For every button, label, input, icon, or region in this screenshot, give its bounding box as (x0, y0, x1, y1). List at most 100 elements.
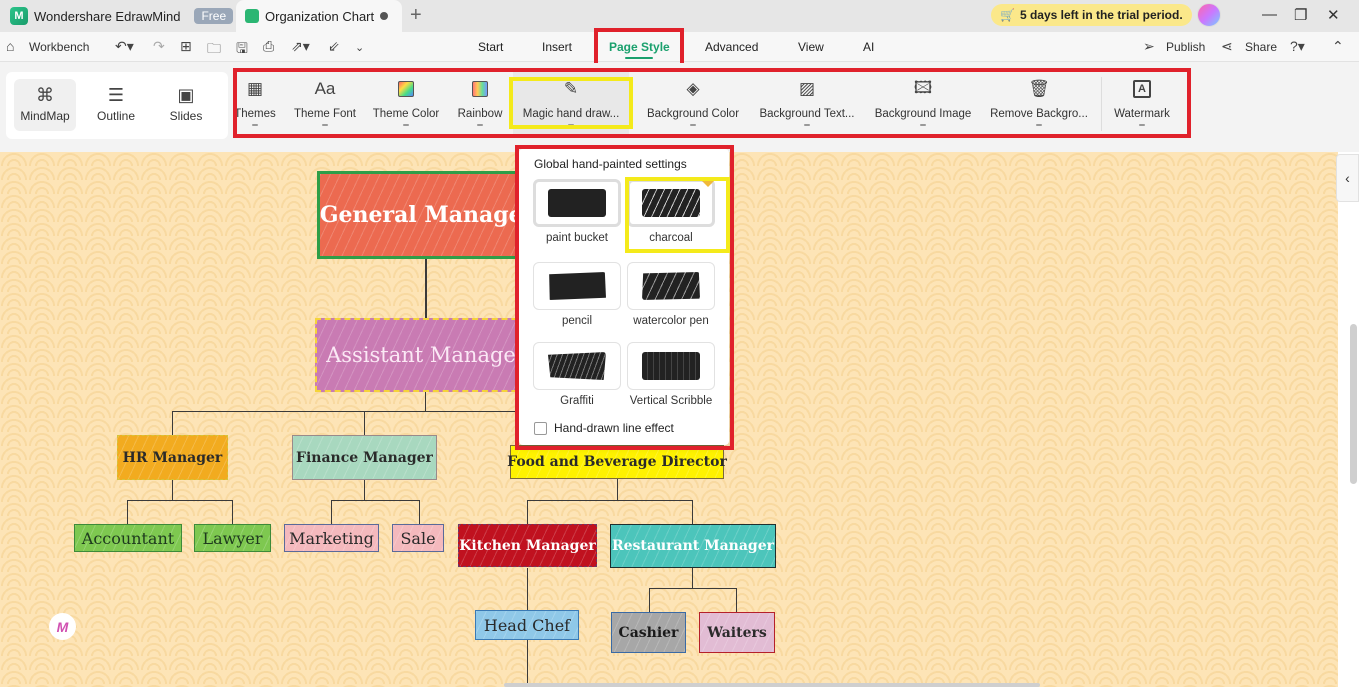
ribbon-divider (1101, 77, 1102, 131)
menu-bar: ⌂ Workbench ↶▾ ↷ ⊞ 🗀 🖫 ⎙ ⇗▾ ⇙ ⌄ Start In… (0, 32, 1359, 62)
redo-icon[interactable]: ↷ (153, 38, 165, 55)
node-cashier[interactable]: Cashier (611, 612, 686, 653)
share-button[interactable]: Share (1245, 32, 1277, 62)
hand-drawn-line-effect-option[interactable]: Hand-drawn line effect (534, 421, 674, 435)
horizontal-scrollbar[interactable] (504, 683, 1040, 687)
publish-button[interactable]: Publish (1166, 32, 1205, 62)
dropdown-caret-icon (403, 124, 409, 126)
dropdown-caret-icon (568, 124, 574, 126)
node-waiters[interactable]: Waiters (699, 612, 775, 653)
view-switcher: ⌘ MindMap ☰ Outline ▣ Slides (6, 72, 228, 139)
more-chevron-icon[interactable]: ⌄ (355, 41, 364, 54)
node-finance-manager[interactable]: Finance Manager (292, 435, 437, 480)
brush-charcoal[interactable]: charcoal (627, 179, 715, 244)
dropdown-caret-icon (804, 124, 810, 126)
node-assistant-manager[interactable]: Assistant Manager (315, 318, 537, 392)
theme-color-button[interactable]: Theme Color (370, 71, 442, 137)
plan-badge: Free (194, 8, 234, 24)
tab-start[interactable]: Start (478, 32, 503, 62)
connector-line (527, 640, 528, 687)
node-head-chef[interactable]: Head Chef (475, 610, 579, 640)
home-icon[interactable]: ⌂ (6, 38, 14, 54)
connector-line (692, 568, 693, 588)
background-image-button[interactable]: 🖾 Background Image (874, 71, 972, 137)
background-texture-button[interactable]: ▨ Background Text... (758, 71, 856, 137)
watermark-button[interactable]: A Watermark (1110, 71, 1174, 137)
share-icon[interactable]: ⋖ (1221, 38, 1233, 55)
tab-advanced[interactable]: Advanced (705, 32, 758, 62)
edrawmind-ai-logo-icon[interactable]: M (49, 613, 76, 640)
rainbow-button[interactable]: Rainbow (452, 71, 508, 137)
brush-paint-bucket[interactable]: paint bucket (533, 179, 621, 244)
connector-line (364, 480, 365, 500)
tab-insert[interactable]: Insert (542, 32, 572, 62)
user-avatar[interactable] (1197, 3, 1221, 27)
view-slides-button[interactable]: ▣ Slides (155, 79, 217, 131)
vertical-scrollbar[interactable] (1350, 324, 1357, 484)
connector-line (736, 588, 737, 612)
open-folder-icon[interactable]: 🗀 (207, 38, 221, 62)
node-sale[interactable]: Sale (392, 524, 444, 552)
brush-graffiti[interactable]: Graffiti (533, 342, 621, 407)
save-icon[interactable]: 🖫 (236, 38, 248, 62)
unsaved-dot-icon[interactable] (380, 12, 388, 20)
node-accountant[interactable]: Accountant (74, 524, 182, 552)
theme-font-button[interactable]: Aa Theme Font (290, 71, 360, 137)
watermark-a-icon: A (1133, 76, 1151, 102)
node-food-beverage-director[interactable]: Food and Beverage Director (507, 445, 727, 479)
connector-line (527, 500, 528, 524)
collapse-ribbon-icon[interactable]: ⌃ (1332, 38, 1344, 55)
connector-line (425, 258, 427, 320)
new-file-icon[interactable]: ⊞ (180, 38, 192, 55)
import-icon[interactable]: ⇙ (328, 38, 340, 55)
magic-hand-draw-button[interactable]: ✎ Magic hand draw... (513, 71, 629, 137)
node-restaurant-manager[interactable]: Restaurant Manager (610, 524, 776, 568)
node-lawyer[interactable]: Lawyer (194, 524, 271, 552)
brush-vertical-scribble[interactable]: Vertical Scribble (627, 342, 715, 407)
node-kitchen-manager[interactable]: Kitchen Manager (458, 524, 597, 567)
brush-pencil[interactable]: pencil (533, 262, 621, 327)
view-mindmap-button[interactable]: ⌘ MindMap (14, 79, 76, 131)
tab-page-style[interactable]: Page Style (609, 32, 670, 62)
hand-drawn-line-label: Hand-drawn line effect (554, 421, 674, 435)
connector-line (527, 568, 528, 613)
close-button[interactable]: ✕ (1327, 6, 1340, 24)
image-download-icon: 🖾 (913, 77, 933, 97)
minimize-button[interactable]: — (1262, 6, 1277, 23)
font-aa-icon: Aa (314, 79, 336, 98)
node-marketing[interactable]: Marketing (284, 524, 379, 552)
remove-background-button[interactable]: 🗑 Remove Backgro... (990, 71, 1088, 137)
workbench-button[interactable]: Workbench (29, 32, 89, 62)
print-icon[interactable]: ⎙ (263, 38, 274, 55)
paint-bucket-swatch-icon (548, 189, 606, 217)
background-color-button[interactable]: ◈ Background Color (645, 71, 741, 137)
mindmap-icon: ⌘ (36, 85, 54, 105)
publish-icon[interactable]: ➢ (1143, 38, 1155, 55)
themes-button[interactable]: ▦ Themes (234, 71, 276, 137)
expand-side-panel-button[interactable]: ‹ (1336, 154, 1359, 202)
view-label: MindMap (20, 109, 70, 123)
brush-watercolor-pen[interactable]: watercolor pen (627, 262, 715, 327)
undo-icon[interactable]: ↶▾ (115, 38, 134, 55)
popup-title: Global hand-painted settings (534, 157, 687, 171)
slides-icon: ▣ (177, 85, 195, 105)
texture-icon: ▨ (798, 79, 816, 98)
trial-banner[interactable]: 🛒 5 days left in the trial period. (991, 4, 1192, 26)
node-hr-manager[interactable]: HR Manager (117, 435, 228, 480)
document-tab[interactable]: Organization Chart (236, 0, 402, 32)
tab-view[interactable]: View (798, 32, 824, 62)
maximize-button[interactable]: ❐ (1294, 6, 1307, 24)
app-tab[interactable]: M Wondershare EdrawMind Free (0, 0, 234, 32)
hand-painted-settings-popup: Global hand-painted settings paint bucke… (519, 149, 729, 445)
new-tab-button[interactable]: + (410, 4, 422, 27)
help-icon[interactable]: ?▾ (1290, 38, 1305, 55)
tab-ai[interactable]: AI (863, 32, 874, 62)
view-outline-button[interactable]: ☰ Outline (85, 79, 147, 131)
node-general-manager[interactable]: General Manager (317, 171, 537, 259)
connector-line (527, 500, 693, 501)
image-trash-icon: 🗑 (1028, 79, 1050, 98)
export-icon[interactable]: ⇗▾ (291, 38, 310, 55)
connector-line (127, 500, 128, 524)
hand-drawn-line-checkbox[interactable] (534, 421, 547, 435)
document-icon (245, 9, 259, 23)
